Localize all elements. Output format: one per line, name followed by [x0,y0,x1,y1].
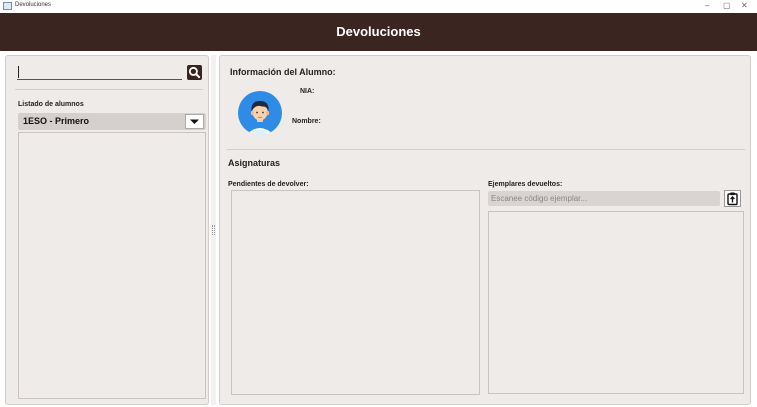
app-icon [3,2,12,10]
user-avatar-icon [238,91,282,135]
text-caret [18,66,19,78]
separator [15,89,203,90]
main-content: Listado de alumnos 1ESO - Primero Inform… [0,51,757,407]
window-titlebar: Devoluciones – ▢ ✕ [0,0,757,13]
students-list[interactable] [18,132,206,399]
app-header: Devoluciones [0,13,757,51]
separator [227,149,745,150]
returns-panel: Información del Alumno: NIA: Nombre: Asi… [219,55,751,405]
course-select[interactable]: 1ESO - Primero [18,113,206,130]
returned-list[interactable] [488,211,744,394]
minimize-button[interactable]: – [705,1,709,11]
students-panel: Listado de alumnos 1ESO - Primero [5,55,209,405]
nombre-label: Nombre: [292,118,321,125]
nia-label: NIA: [300,88,315,95]
course-select-toggle[interactable] [185,114,204,129]
clipboard-button[interactable] [724,190,741,207]
divider-grip-icon [212,225,215,235]
page-title: Devoluciones [336,24,421,39]
scan-copy-input[interactable] [488,191,720,206]
window-title: Devoluciones [15,2,52,8]
search-icon [188,66,201,79]
pending-list[interactable] [231,190,480,395]
maximize-button[interactable]: ▢ [723,1,731,11]
split-pane-divider[interactable] [211,55,216,405]
search-button[interactable] [187,65,202,80]
chevron-down-icon [190,119,199,124]
close-button[interactable]: ✕ [741,1,748,11]
subjects-title: Asignaturas [228,158,281,168]
pending-label: Pendientes de devolver: [228,181,309,188]
returned-label: Ejemplares devueltos: [488,181,563,188]
student-search-input[interactable] [17,64,182,80]
student-info-title: Información del Alumno: [230,67,336,77]
clipboard-icon [727,192,738,206]
course-select-value: 1ESO - Primero [23,116,90,126]
students-list-label: Listado de alumnos [18,101,84,108]
